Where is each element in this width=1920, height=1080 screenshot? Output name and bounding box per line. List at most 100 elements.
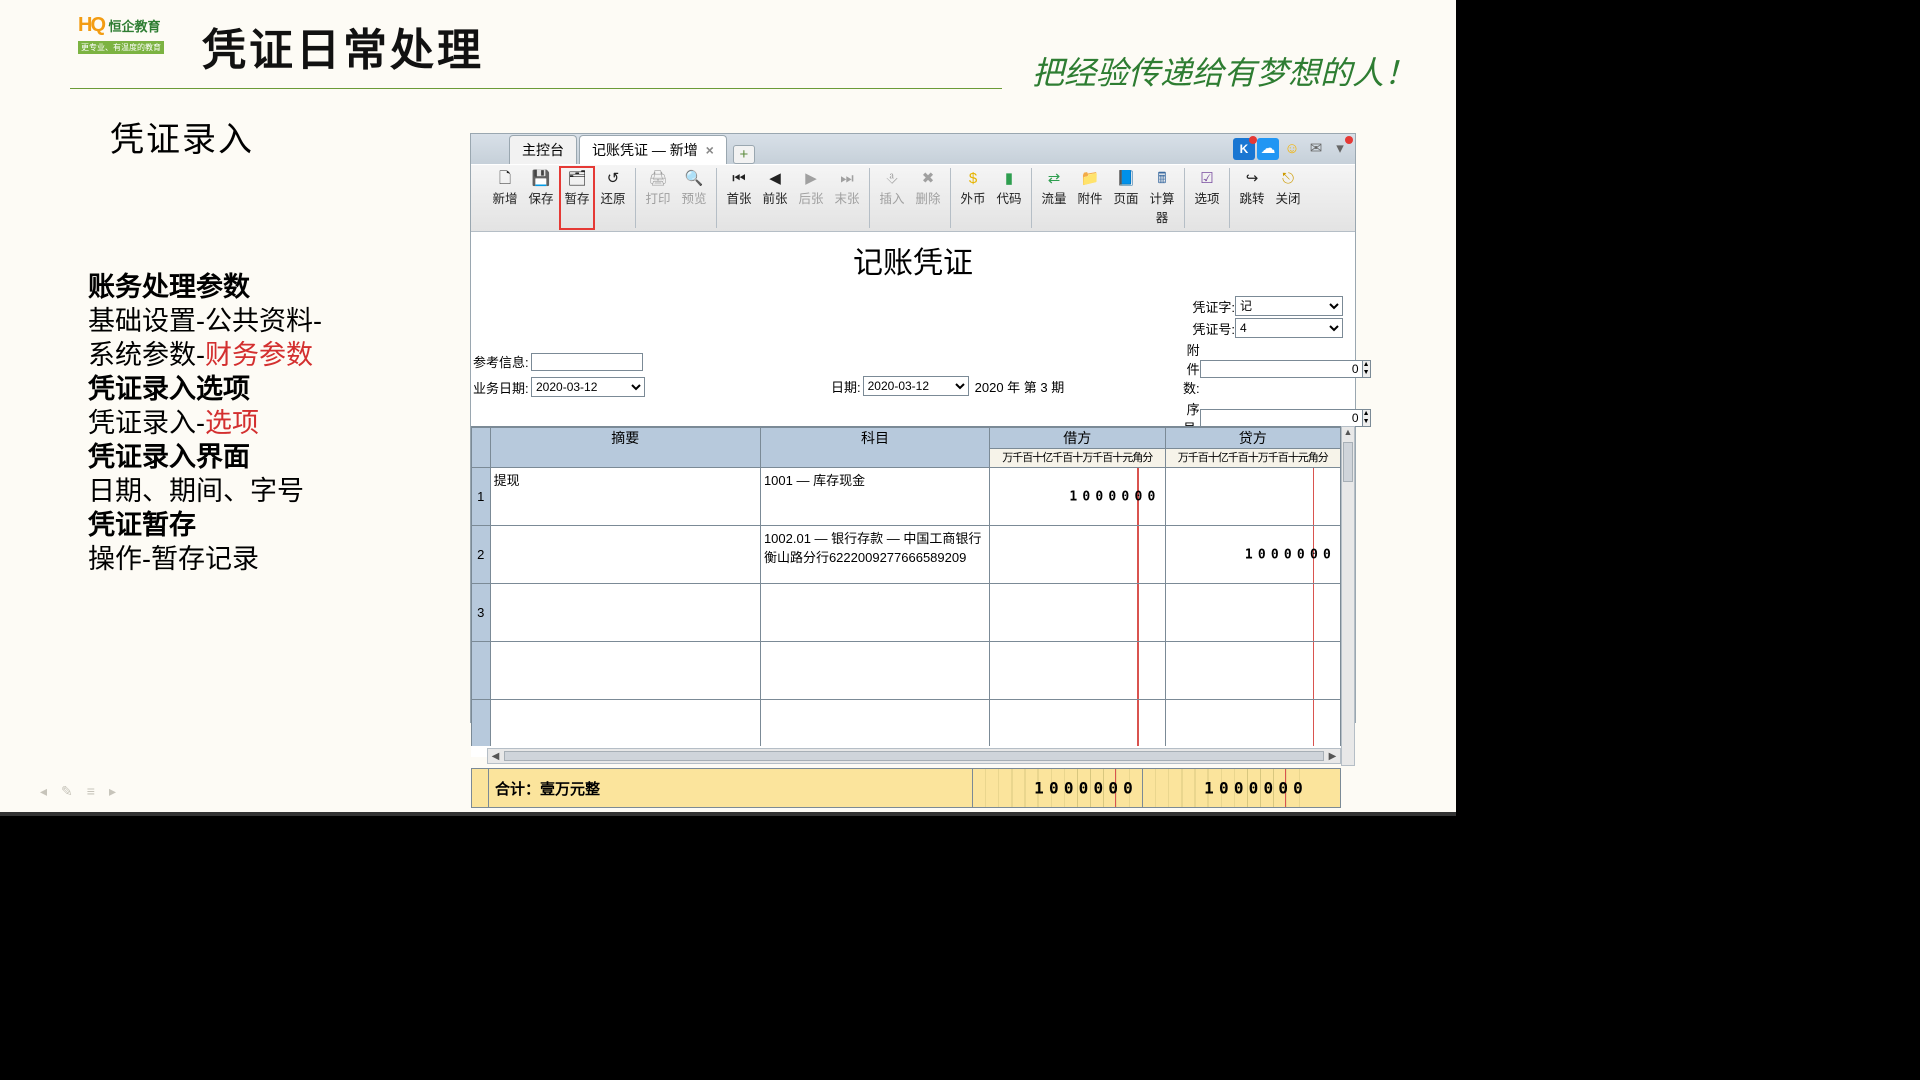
scroll-thumb bbox=[504, 751, 1324, 761]
period-text: 2020 年 第 3 期 bbox=[975, 377, 1065, 396]
tb-jump[interactable]: ↪跳转 bbox=[1234, 168, 1270, 228]
tb-first[interactable]: ⏮首张 bbox=[721, 168, 757, 228]
tab-bar: 主控台 记账凭证 — 新增 × + K ☁ ☺ ✉ ▾ bbox=[471, 134, 1355, 164]
tb-print[interactable]: 🖨打印 bbox=[640, 168, 676, 228]
col-subject-header: 科目 bbox=[760, 428, 989, 468]
tb-close[interactable]: ⎋关闭 bbox=[1270, 168, 1306, 228]
cell-credit[interactable]: 1000000 bbox=[1165, 526, 1341, 584]
voucher-grid: 摘要 科目 借方 贷方 万千百十亿千百十万千百十元角分 万千百十亿千百十万千百十… bbox=[471, 426, 1341, 746]
table-row bbox=[472, 700, 1341, 747]
cell-summary[interactable] bbox=[490, 584, 760, 642]
slide-controls: ◂ ✎ ≡ ▸ bbox=[40, 783, 116, 800]
systray-k-icon[interactable]: K bbox=[1233, 138, 1255, 160]
tab-add-button[interactable]: + bbox=[733, 145, 755, 164]
tb-stash[interactable]: 🗂暂存 bbox=[559, 166, 595, 230]
slide-subtitle: 凭证录入 bbox=[110, 112, 254, 161]
cell-debit[interactable]: 1000000 bbox=[990, 468, 1165, 526]
header-fields: 凭证字: 记 凭证号: 4 附件数: ▲▼ 序号: ▲▼ bbox=[1183, 296, 1343, 439]
slogan: 把经验传递给有梦想的人！ bbox=[1032, 48, 1416, 94]
attach-spinner[interactable]: ▲▼ bbox=[1363, 360, 1371, 378]
cell-credit[interactable] bbox=[1165, 468, 1341, 526]
voucher-word-select[interactable]: 记 bbox=[1235, 296, 1343, 316]
restore-icon: ↺ bbox=[595, 170, 631, 188]
cell-summary[interactable] bbox=[490, 526, 760, 584]
total-credit: 1000000 bbox=[1142, 769, 1312, 807]
tb-last[interactable]: ⏭末张 bbox=[829, 168, 865, 228]
save-icon: 💾 bbox=[523, 170, 559, 188]
tab-console[interactable]: 主控台 bbox=[509, 135, 577, 164]
tb-save[interactable]: 💾保存 bbox=[523, 168, 559, 228]
seq-input[interactable] bbox=[1200, 409, 1363, 427]
tb-code[interactable]: ▮代码 bbox=[991, 168, 1027, 228]
table-row: 1 提现 1001 — 库存现金 1000000 bbox=[472, 468, 1341, 526]
tb-page[interactable]: 📘页面 bbox=[1108, 168, 1144, 228]
cell-subject[interactable] bbox=[760, 642, 989, 700]
table-row bbox=[472, 642, 1341, 700]
slide-prev-icon[interactable]: ◂ bbox=[40, 783, 47, 800]
tb-preview[interactable]: 🔍预览 bbox=[676, 168, 712, 228]
tb-flow[interactable]: ⇄流量 bbox=[1036, 168, 1072, 228]
tb-calc[interactable]: 🖩计算器 bbox=[1144, 168, 1180, 228]
tab-voucher-new[interactable]: 记账凭证 — 新增 × bbox=[579, 135, 727, 164]
tb-delete[interactable]: ✖删除 bbox=[910, 168, 946, 228]
cell-credit[interactable] bbox=[1165, 642, 1341, 700]
cell-summary[interactable]: 提现 bbox=[490, 468, 760, 526]
slide-pen-icon[interactable]: ✎ bbox=[61, 783, 73, 800]
attach-icon: 📁 bbox=[1072, 170, 1108, 188]
tb-prev[interactable]: ◀前张 bbox=[757, 168, 793, 228]
scroll-up-icon: ▲ bbox=[1342, 427, 1354, 441]
voucher-no-label: 凭证号: bbox=[1183, 319, 1235, 338]
systray-message-icon[interactable]: ✉ bbox=[1305, 138, 1327, 160]
page-icon: 📘 bbox=[1108, 170, 1144, 188]
cell-summary[interactable] bbox=[490, 642, 760, 700]
tb-fx[interactable]: $外币 bbox=[955, 168, 991, 228]
cell-credit[interactable] bbox=[1165, 584, 1341, 642]
ref-input[interactable] bbox=[531, 353, 643, 371]
date-row: 日期: 2020-03-12 2020 年 第 3 期 bbox=[831, 376, 1064, 396]
calc-icon: 🖩 bbox=[1144, 170, 1180, 188]
seq-spinner[interactable]: ▲▼ bbox=[1363, 409, 1371, 427]
scroll-right-icon: ▶ bbox=[1325, 751, 1340, 762]
slide-next-icon[interactable]: ▸ bbox=[109, 783, 116, 800]
voucher-no-select[interactable]: 4 bbox=[1235, 318, 1343, 338]
delete-icon: ✖ bbox=[910, 170, 946, 188]
slide-title: 凭证日常处理 bbox=[202, 14, 484, 78]
tb-options[interactable]: ☑选项 bbox=[1189, 168, 1225, 228]
slide-menu-icon[interactable]: ≡ bbox=[87, 783, 95, 800]
options-icon: ☑ bbox=[1189, 170, 1225, 188]
cell-subject[interactable]: 1002.01 — 银行存款 — 中国工商银行衡山路分行622200927766… bbox=[760, 526, 989, 584]
tab-close-icon[interactable]: × bbox=[706, 142, 714, 158]
vertical-scrollbar[interactable]: ▲ bbox=[1341, 426, 1355, 766]
stash-icon: 🗂 bbox=[561, 170, 593, 188]
print-icon: 🖨 bbox=[640, 170, 676, 188]
bizdate-select[interactable]: 2020-03-12 bbox=[531, 377, 645, 397]
date-select[interactable]: 2020-03-12 bbox=[863, 376, 969, 396]
code-icon: ▮ bbox=[991, 170, 1027, 188]
flow-icon: ⇄ bbox=[1036, 170, 1072, 188]
systray-smile-icon[interactable]: ☺ bbox=[1281, 138, 1303, 160]
cell-debit[interactable] bbox=[990, 642, 1165, 700]
slide: HQ 恒企教育 更专业、有温度的教育 凭证日常处理 把经验传递给有梦想的人！ 凭… bbox=[0, 0, 1456, 816]
grid-body: 1 提现 1001 — 库存现金 1000000 2 1002.01 — 银行存… bbox=[472, 468, 1341, 747]
cell-subject[interactable] bbox=[760, 700, 989, 747]
cell-credit[interactable] bbox=[1165, 700, 1341, 747]
tb-next[interactable]: ▶后张 bbox=[793, 168, 829, 228]
cell-debit[interactable] bbox=[990, 526, 1165, 584]
tb-new[interactable]: 🗋新增 bbox=[487, 168, 523, 228]
systray-cloud-icon[interactable]: ☁ bbox=[1257, 138, 1279, 160]
tb-restore[interactable]: ↺还原 bbox=[595, 168, 631, 228]
cell-debit[interactable] bbox=[990, 700, 1165, 747]
debit-digits: 万千百十亿千百十万千百十元角分 bbox=[990, 449, 1165, 468]
cell-summary[interactable] bbox=[490, 700, 760, 747]
tb-insert[interactable]: ⎀插入 bbox=[874, 168, 910, 228]
attach-count-input[interactable] bbox=[1200, 360, 1363, 378]
tb-attach[interactable]: 📁附件 bbox=[1072, 168, 1108, 228]
cell-subject[interactable] bbox=[760, 584, 989, 642]
new-icon: 🗋 bbox=[487, 170, 523, 188]
horizontal-scrollbar[interactable]: ◀ ▶ bbox=[487, 748, 1341, 764]
prev-icon: ◀ bbox=[757, 170, 793, 188]
credit-digits: 万千百十亿千百十万千百十元角分 bbox=[1165, 449, 1341, 468]
app-window: 主控台 记账凭证 — 新增 × + K ☁ ☺ ✉ ▾ 🗋新增 💾保存 🗂暂存 … bbox=[470, 133, 1356, 723]
cell-subject[interactable]: 1001 — 库存现金 bbox=[760, 468, 989, 526]
cell-debit[interactable] bbox=[990, 584, 1165, 642]
